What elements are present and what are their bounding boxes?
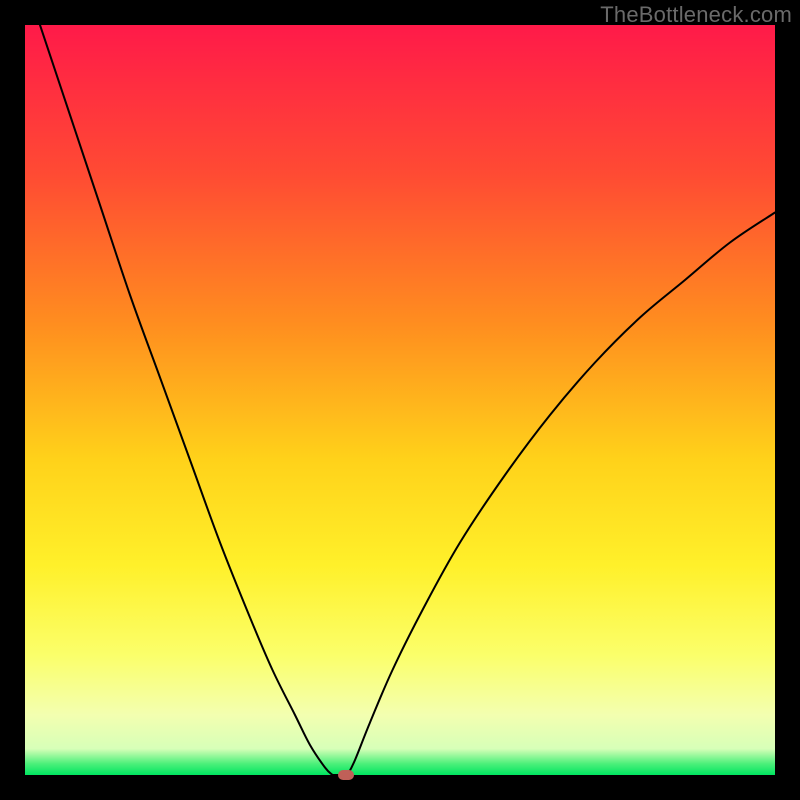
bottleneck-chart <box>25 25 775 775</box>
watermark-text: TheBottleneck.com <box>600 2 792 28</box>
optimal-point-marker <box>338 770 354 780</box>
chart-frame: TheBottleneck.com <box>0 0 800 800</box>
plot-background <box>25 25 775 775</box>
